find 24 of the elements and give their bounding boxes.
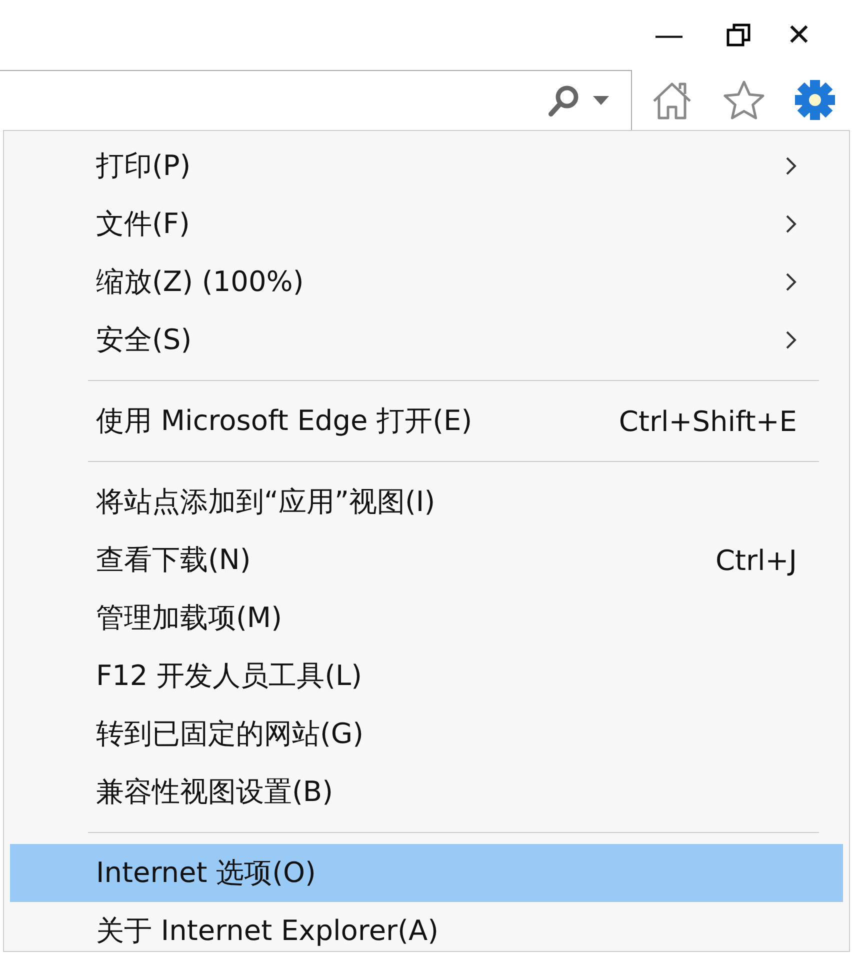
menu-item[interactable]: Internet 选项(O) [10, 844, 843, 902]
menu-item[interactable]: 缩放(Z) (100%) [10, 253, 843, 311]
menu-item[interactable]: F12 开发人员工具(L) [10, 647, 843, 705]
menu-item[interactable]: 将站点添加到“应用”视图(I) [10, 473, 843, 531]
minimize-button[interactable]: — [634, 18, 704, 52]
chevron-icon [785, 214, 797, 234]
star-icon[interactable] [722, 79, 766, 121]
menu-item[interactable]: 兼容性视图设置(B) [10, 763, 843, 821]
chevron-icon [785, 156, 797, 176]
menu-item[interactable]: 安全(S) [10, 311, 843, 369]
settings-icon[interactable] [794, 79, 836, 121]
restore-icon[interactable] [726, 22, 752, 48]
menu-item[interactable]: 文件(F) [10, 195, 843, 253]
search-icon[interactable] [547, 84, 581, 118]
menu-item[interactable]: 关于 Internet Explorer(A) [10, 902, 843, 956]
dropdown-icon[interactable] [593, 96, 609, 106]
chevron-icon [785, 330, 797, 350]
menu-item[interactable]: 转到已固定的网站(G) [10, 705, 843, 763]
menu-item[interactable]: 查看下载(N) Ctrl+J [10, 531, 843, 589]
menu-item[interactable]: 管理加载项(M) [10, 589, 843, 647]
chevron-icon [785, 272, 797, 292]
menu-item[interactable]: 使用 Microsoft Edge 打开(E) Ctrl+Shift+E [10, 392, 843, 450]
close-button[interactable]: ✕ [774, 18, 824, 52]
menu-item[interactable]: 打印(P) [10, 137, 843, 195]
